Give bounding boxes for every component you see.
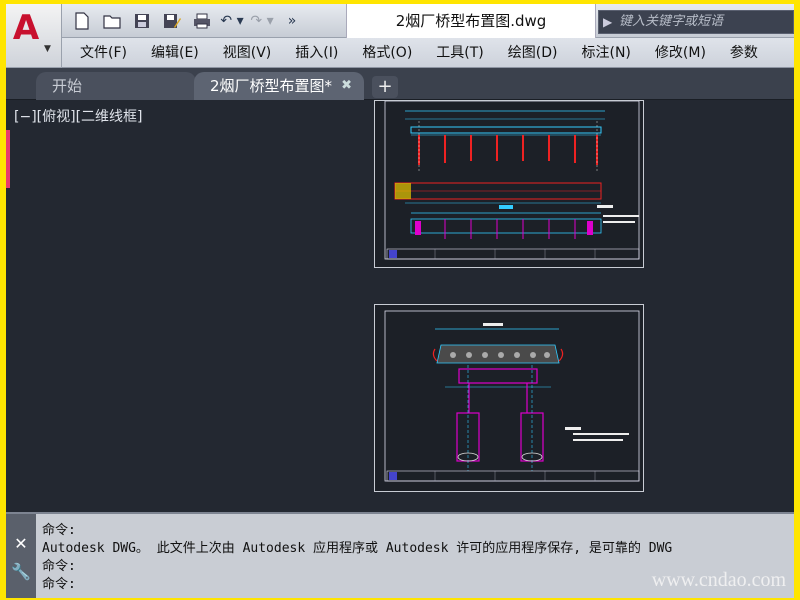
command-toolbar: ✕ 🔧 bbox=[6, 514, 36, 598]
side-marker bbox=[6, 130, 10, 188]
site-watermark: www.cndao.com bbox=[651, 569, 786, 591]
drawing-sheet-elevation[interactable] bbox=[374, 100, 644, 268]
autocad-logo-icon: A bbox=[12, 8, 40, 48]
new-icon[interactable] bbox=[68, 10, 96, 32]
search-input[interactable]: ▶ 键入关键字或短语 bbox=[598, 10, 794, 34]
chevron-down-icon: ▼ bbox=[44, 44, 51, 54]
window-title: 2烟厂桥型布置图.dwg bbox=[346, 4, 596, 38]
viewport-controls[interactable]: [−][俯视][二维线框] bbox=[14, 106, 143, 126]
new-tab-button[interactable]: + bbox=[372, 76, 398, 98]
menu-dimension[interactable]: 标注(N) bbox=[570, 38, 643, 68]
tab-start-label: 开始 bbox=[52, 77, 83, 95]
tab-drawing[interactable]: 2烟厂桥型布置图* ✖ bbox=[194, 72, 364, 100]
command-line: 命令: bbox=[42, 523, 76, 538]
application-menu-button[interactable]: A ▼ bbox=[6, 4, 62, 68]
command-window: ✕ 🔧 命令: Autodesk DWG。 此文件上次由 Autodesk 应用… bbox=[6, 512, 794, 598]
wrench-icon[interactable]: 🔧 bbox=[6, 562, 36, 581]
save-icon[interactable] bbox=[128, 10, 156, 32]
menu-format[interactable]: 格式(O) bbox=[350, 38, 424, 68]
tab-drawing-label: 2烟厂桥型布置图* bbox=[210, 77, 333, 95]
redo-icon[interactable]: ↷ ▾ bbox=[248, 10, 276, 32]
quick-access-toolbar: ↶ ▾ ↷ ▾ » 2烟厂桥型布置图.dwg ▶ 键入关键字或短语 bbox=[6, 4, 794, 38]
save-as-icon[interactable] bbox=[158, 10, 186, 32]
chevron-right-icon: ▶ bbox=[603, 15, 613, 29]
search-placeholder: 键入关键字或短语 bbox=[619, 14, 724, 29]
more-icon[interactable]: » bbox=[278, 10, 306, 32]
menu-modify[interactable]: 修改(M) bbox=[643, 38, 718, 68]
drawing-canvas[interactable]: [−][俯视][二维线框] bbox=[6, 100, 794, 512]
tab-start[interactable]: 开始 bbox=[36, 72, 196, 100]
menu-edit[interactable]: 编辑(E) bbox=[139, 38, 211, 68]
menu-file[interactable]: 文件(F) bbox=[68, 38, 139, 68]
menu-parametric[interactable]: 参数 bbox=[718, 38, 770, 68]
menu-bar: 文件(F) 编辑(E) 视图(V) 插入(I) 格式(O) 工具(T) 绘图(D… bbox=[6, 38, 794, 68]
print-icon[interactable] bbox=[188, 10, 216, 32]
undo-icon[interactable]: ↶ ▾ bbox=[218, 10, 246, 32]
menu-view[interactable]: 视图(V) bbox=[211, 38, 284, 68]
menu-tools[interactable]: 工具(T) bbox=[424, 38, 495, 68]
open-icon[interactable] bbox=[98, 10, 126, 32]
command-line: Autodesk DWG。 此文件上次由 Autodesk 应用程序或 Auto… bbox=[42, 541, 673, 556]
menu-insert[interactable]: 插入(I) bbox=[283, 38, 350, 68]
autocad-window: A ▼ ↶ ▾ ↷ ▾ » 2烟厂桥型布置图.dwg ▶ 键入关键字或短语 文件… bbox=[6, 4, 794, 598]
file-tab-bar: 开始 2烟厂桥型布置图* ✖ + bbox=[6, 68, 794, 100]
drawing-sheet-section[interactable] bbox=[374, 304, 644, 492]
close-icon[interactable]: ✕ bbox=[6, 534, 36, 553]
menu-draw[interactable]: 绘图(D) bbox=[496, 38, 570, 68]
close-icon[interactable]: ✖ bbox=[341, 72, 352, 100]
